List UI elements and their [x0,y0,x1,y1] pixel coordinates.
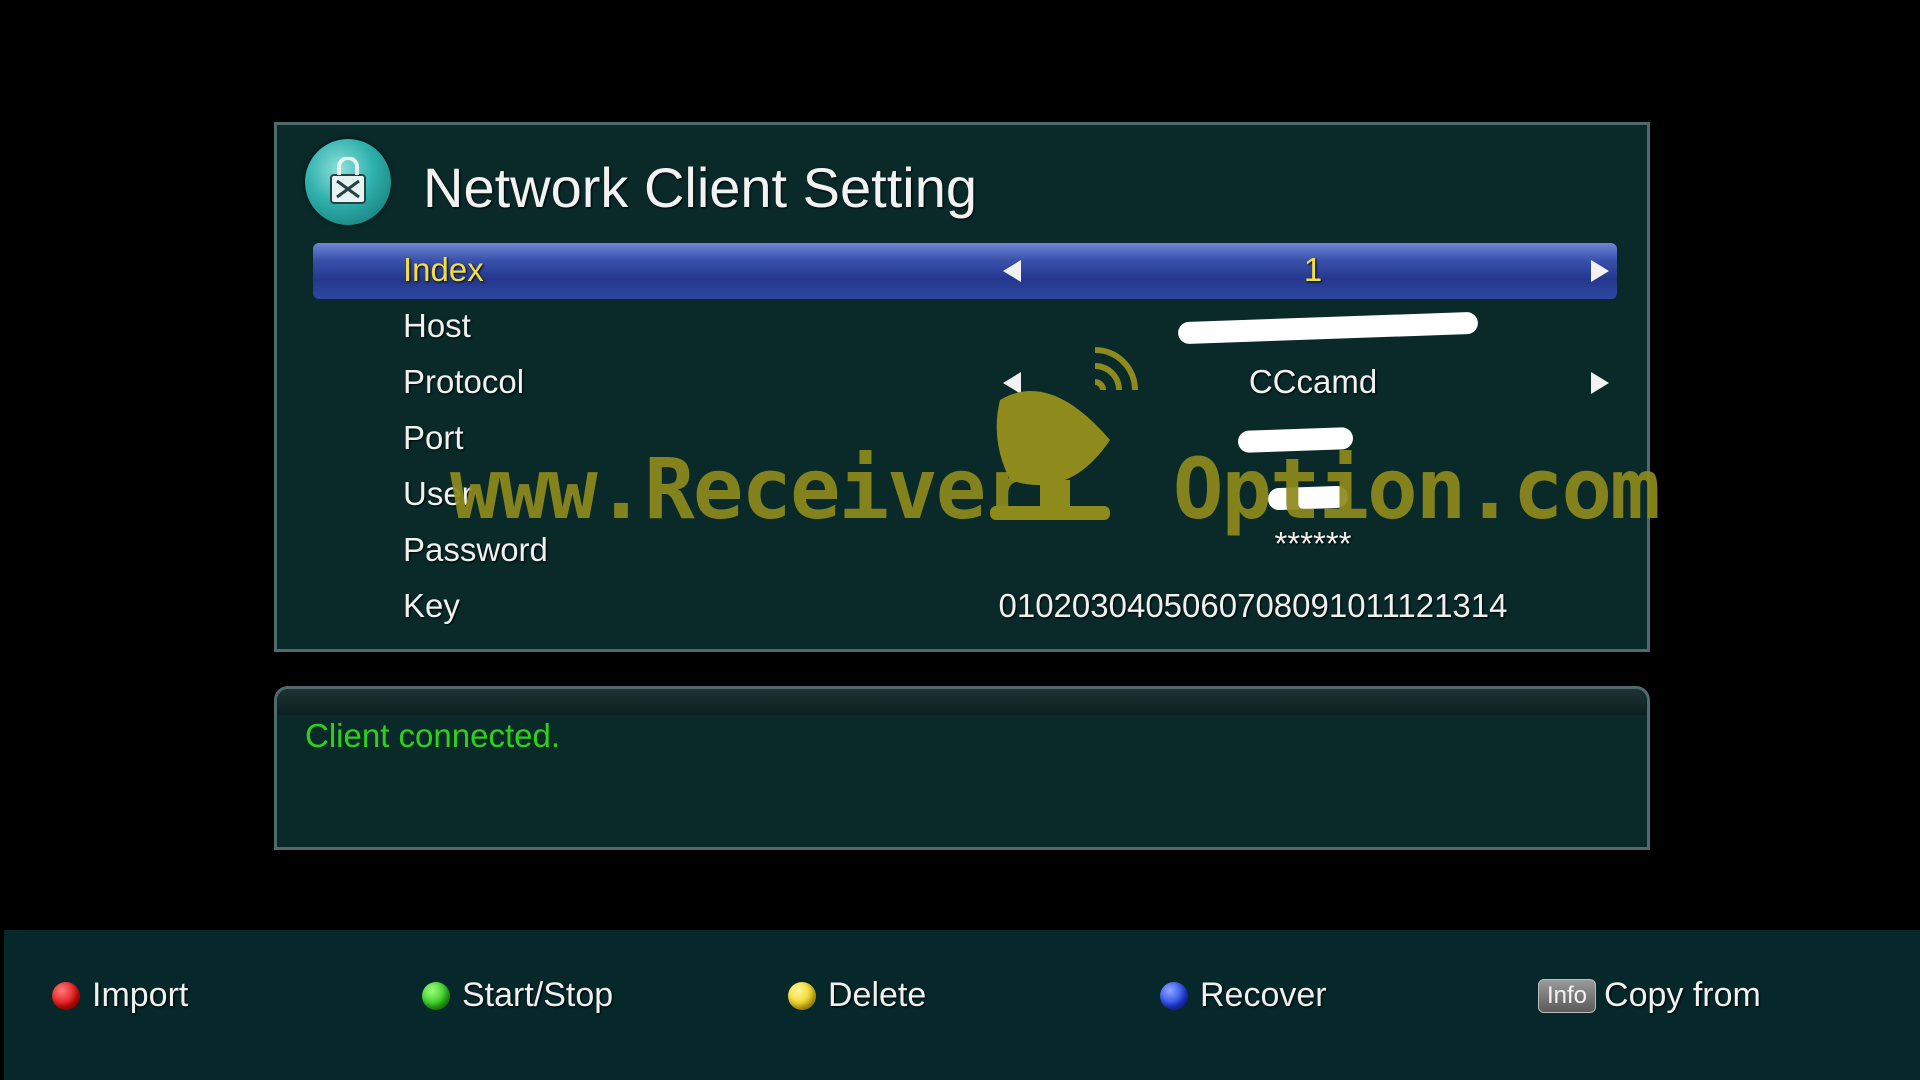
redaction-mark [1177,311,1479,345]
settings-list: Index 1 Host Protocol CCcamd Port User P… [313,243,1617,635]
setting-row-index[interactable]: Index 1 [313,243,1617,299]
start-stop-button[interactable]: Start/Stop [422,976,613,1015]
setting-label: Key [403,587,460,624]
screen: Network Client Setting Index 1 Host Prot… [0,0,1920,1080]
setting-value: 1 [1303,251,1323,288]
status-message: Client connected. [305,717,560,754]
setting-row-protocol[interactable]: Protocol CCcamd [313,355,1617,411]
setting-row-password[interactable]: Password ****** [313,523,1617,579]
delete-button[interactable]: Delete [788,976,926,1015]
settings-panel: Network Client Setting Index 1 Host Prot… [274,122,1650,652]
redaction-mark [1237,426,1354,454]
setting-label: Password [403,531,548,568]
setting-label: Port [403,419,464,456]
footer-hints: Import Start/Stop Delete Recover Info Co… [4,930,1920,1080]
setting-label: Host [403,307,471,344]
arrow-left-icon[interactable] [1003,260,1021,282]
setting-value: ****** [1274,525,1352,562]
status-panel: Client connected. [274,686,1650,850]
recover-button[interactable]: Recover [1160,976,1327,1015]
network-client-icon [305,139,391,225]
setting-label: Protocol [403,363,525,400]
setting-row-user[interactable]: User [313,467,1617,523]
status-panel-header [277,689,1647,715]
setting-label: User [403,475,473,512]
recover-label: Recover [1200,976,1327,1014]
page-title: Network Client Setting [423,156,978,219]
redaction-mark [1267,485,1349,511]
copy-from-label: Copy from [1604,976,1761,1014]
setting-label: Index [403,251,484,288]
setting-row-port[interactable]: Port [313,411,1617,467]
red-key-icon [52,981,80,1010]
satellite-dish-icon [990,347,1138,520]
arrow-right-icon[interactable] [1591,372,1609,394]
import-label: Import [92,976,189,1014]
yellow-key-icon [788,981,816,1010]
info-key-icon: Info [1538,978,1597,1013]
start-stop-label: Start/Stop [462,976,614,1014]
setting-value: 0102030405060708091011121314 [998,587,1508,624]
arrow-right-icon[interactable] [1591,260,1609,282]
copy-from-button[interactable]: Info Copy from [1538,976,1761,1015]
setting-row-host[interactable]: Host [313,299,1617,355]
green-key-icon [422,981,450,1010]
blue-key-icon [1160,981,1188,1010]
import-button[interactable]: Import [52,976,188,1015]
setting-row-key[interactable]: Key 0102030405060708091011121314 [313,579,1617,635]
delete-label: Delete [828,976,927,1014]
